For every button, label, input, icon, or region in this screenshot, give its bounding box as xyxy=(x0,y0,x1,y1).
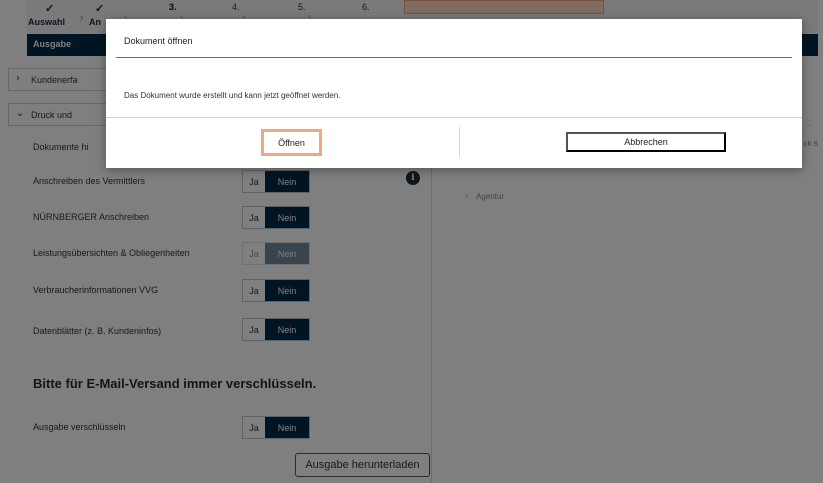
dialog-divider xyxy=(106,117,802,118)
title-divider xyxy=(116,57,792,58)
cancel-button[interactable]: Abbrechen xyxy=(566,132,726,152)
dialog-title: Dokument öffnen xyxy=(124,36,193,46)
open-document-dialog: Dokument öffnen Das Dokument wurde erste… xyxy=(106,19,802,168)
button-divider xyxy=(459,127,460,157)
dialog-message: Das Dokument wurde erstellt und kann jet… xyxy=(124,91,341,100)
open-button[interactable]: Öffnen xyxy=(261,129,322,156)
